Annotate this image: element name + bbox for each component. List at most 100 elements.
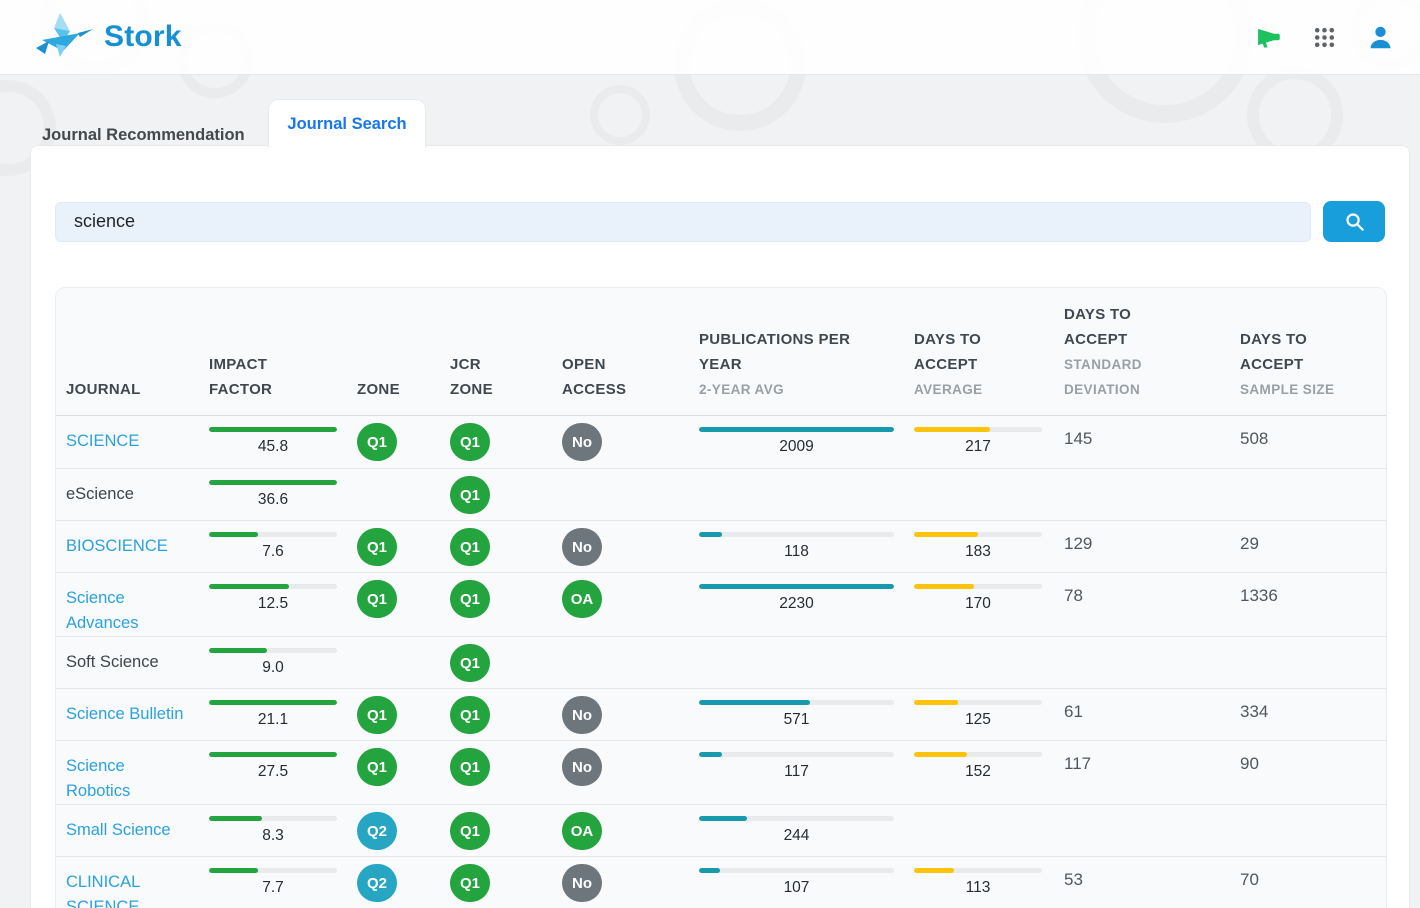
journal-link[interactable]: CLINICALSCIENCE — [66, 857, 193, 908]
sample-size-value: 1336 — [1240, 573, 1382, 606]
zone-cell — [347, 469, 440, 520]
table-row: CLINICALSCIENCE7.7Q2Q1No1071135370 — [56, 856, 1386, 908]
apps-grid-icon[interactable] — [1310, 23, 1338, 51]
journal-link[interactable]: SCIENCE — [66, 416, 193, 454]
impact-factor-bar-fill — [209, 868, 258, 873]
days-to-accept-value: 125 — [914, 711, 1042, 729]
search-button[interactable] — [1323, 201, 1385, 242]
megaphone-icon[interactable] — [1254, 23, 1282, 51]
table-header-row: JOURNAL IMPACT FACTOR ZONE JCR ZONE OPEN… — [56, 288, 1386, 416]
account-icon[interactable] — [1366, 23, 1394, 51]
zone-badge: Q1 — [357, 748, 397, 786]
journal-name-line: eScience — [66, 482, 193, 507]
impact-factor-cell: 12.5 — [199, 573, 347, 636]
jcr-zone-cell: Q1 — [440, 637, 552, 688]
tab-bar: Journal Recommendation — [0, 98, 1420, 145]
column-header-journal: JOURNAL — [56, 288, 199, 415]
impact-factor-value: 27.5 — [209, 763, 337, 781]
column-header-zone: ZONE — [347, 288, 440, 415]
publications-value: 571 — [699, 711, 894, 729]
sample-size-value: 508 — [1240, 416, 1382, 449]
open-access-cell: No — [552, 689, 689, 740]
days-to-accept-bar: 183 — [914, 521, 1042, 561]
days-to-accept-cell: 125 — [904, 689, 1054, 740]
publications-cell — [689, 637, 904, 688]
days-std-value: 53 — [1064, 857, 1224, 890]
publications-cell: 2009 — [689, 416, 904, 468]
impact-factor-cell: 9.0 — [199, 637, 347, 688]
impact-factor-bar: 8.3 — [209, 805, 337, 845]
days-to-accept-cell: 217 — [904, 416, 1054, 468]
impact-factor-value: 8.3 — [209, 827, 337, 845]
jcr-zone-badge: Q1 — [450, 644, 490, 682]
brand-name: Stork — [104, 20, 182, 54]
publications-bar-fill — [699, 868, 720, 873]
publications-bar: 244 — [699, 805, 894, 845]
days-to-accept-bar-track — [914, 584, 1042, 589]
publications-value: 244 — [699, 827, 894, 845]
impact-factor-bar: 45.8 — [209, 416, 337, 456]
publications-bar-track — [699, 532, 894, 537]
days-to-accept-bar-fill — [914, 532, 978, 537]
search-input[interactable] — [55, 202, 1311, 242]
impact-factor-value: 12.5 — [209, 595, 337, 613]
days-to-accept-bar-track — [914, 700, 1042, 705]
sample-size-value: 90 — [1240, 741, 1382, 774]
impact-factor-value: 45.8 — [209, 438, 337, 456]
journal-link[interactable]: ScienceAdvances — [66, 573, 193, 636]
tab-journal-recommendation[interactable]: Journal Recommendation — [42, 126, 245, 145]
sample-size-cell: 334 — [1230, 689, 1387, 740]
stork-logo-icon — [36, 12, 94, 63]
zone-badge: Q1 — [357, 423, 397, 461]
jcr-zone-cell: Q1 — [440, 689, 552, 740]
days-std-cell — [1054, 637, 1230, 688]
journal-link[interactable]: BIOSCIENCE — [66, 521, 193, 559]
publications-bar-track — [699, 584, 894, 589]
days-to-accept-bar: 152 — [914, 741, 1042, 781]
publications-bar-fill — [699, 427, 894, 432]
sample-size-cell: 1336 — [1230, 573, 1387, 636]
impact-factor-value: 7.7 — [209, 879, 337, 897]
days-std-cell: 145 — [1054, 416, 1230, 468]
journal-name-line: SCIENCE — [66, 895, 193, 908]
journal-cell: Small Science — [56, 805, 199, 856]
days-to-accept-cell — [904, 805, 1054, 856]
table-row: ScienceAdvances12.5Q1Q1OA2230170781336 — [56, 572, 1386, 636]
impact-factor-bar-track — [209, 648, 337, 653]
open-access-cell: No — [552, 521, 689, 572]
journal-link[interactable]: ScienceRobotics — [66, 741, 193, 804]
jcr-zone-badge: Q1 — [450, 423, 490, 461]
table-row: BIOSCIENCE7.6Q1Q1No11818312929 — [56, 520, 1386, 572]
journal-name-line: Science Bulletin — [66, 702, 193, 727]
brand[interactable]: Stork — [36, 12, 182, 63]
zone-cell: Q1 — [347, 573, 440, 636]
sample-size-cell: 508 — [1230, 416, 1387, 468]
content-card: Journal Search JOURNAL IMPACT FACTOR ZON — [30, 145, 1410, 908]
journal-link[interactable]: Science Bulletin — [66, 689, 193, 727]
days-to-accept-value: 183 — [914, 543, 1042, 561]
column-header-impact-factor: IMPACT FACTOR — [199, 288, 347, 415]
days-std-value: 129 — [1064, 521, 1224, 554]
publications-bar: 2230 — [699, 573, 894, 613]
days-to-accept-cell: 113 — [904, 857, 1054, 908]
column-header-open-access: OPEN ACCESS — [552, 288, 689, 415]
days-to-accept-cell: 170 — [904, 573, 1054, 636]
impact-factor-bar-fill — [209, 427, 337, 432]
journal-link[interactable]: Small Science — [66, 805, 193, 843]
impact-factor-bar-track — [209, 584, 337, 589]
publications-cell: 118 — [689, 521, 904, 572]
days-to-accept-bar-fill — [914, 427, 990, 432]
days-to-accept-value: 217 — [914, 438, 1042, 456]
publications-value: 2230 — [699, 595, 894, 613]
days-to-accept-bar-fill — [914, 868, 954, 873]
impact-factor-bar: 9.0 — [209, 637, 337, 677]
impact-factor-bar: 12.5 — [209, 573, 337, 613]
journal-cell: ScienceAdvances — [56, 573, 199, 636]
publications-bar-fill — [699, 532, 722, 537]
publications-value: 2009 — [699, 438, 894, 456]
sample-size-cell: 29 — [1230, 521, 1387, 572]
impact-factor-bar-track — [209, 816, 337, 821]
jcr-zone-cell: Q1 — [440, 857, 552, 908]
journal-cell: ScienceRobotics — [56, 741, 199, 804]
days-std-cell: 78 — [1054, 573, 1230, 636]
